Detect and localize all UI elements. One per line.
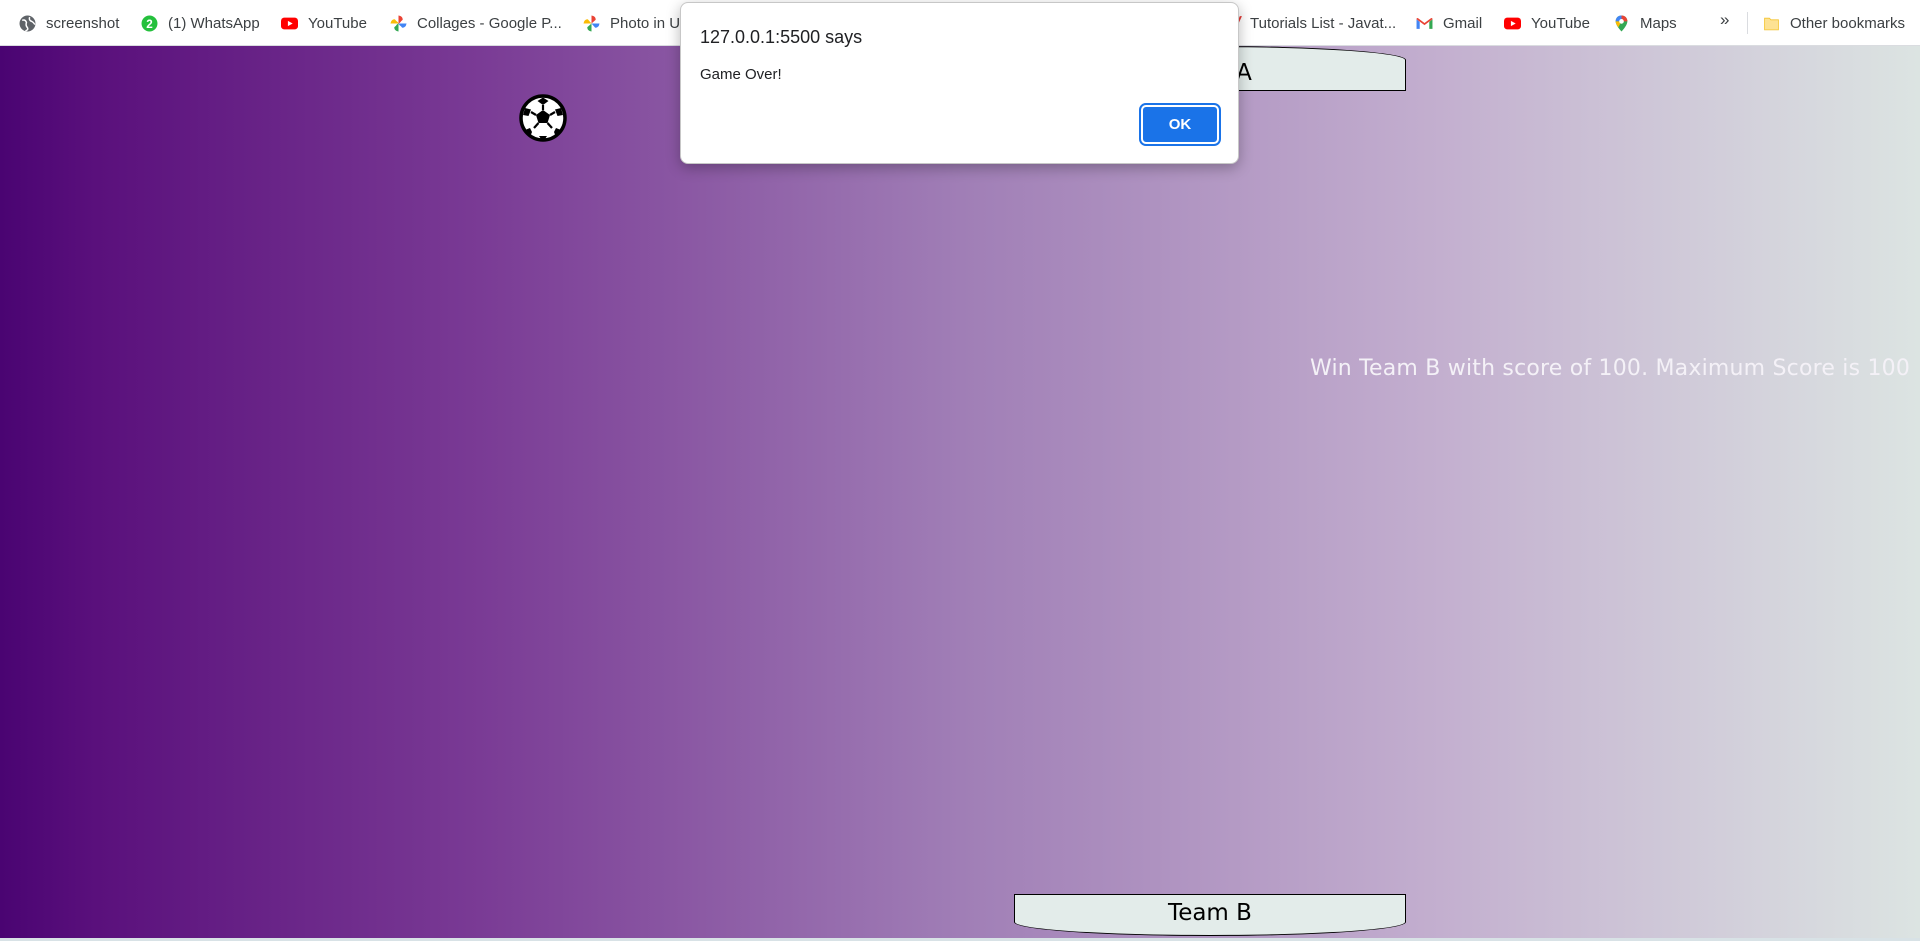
bookmark-label: Photo in U xyxy=(610,14,681,32)
folder-icon xyxy=(1763,15,1780,32)
bookmark-collages[interactable]: Collages - Google P... xyxy=(390,11,562,35)
bookmark-label: Gmail xyxy=(1443,14,1483,32)
bookmark-other-bookmarks[interactable]: Other bookmarks xyxy=(1763,11,1905,35)
youtube-icon xyxy=(1504,15,1521,32)
game-field xyxy=(0,46,1920,938)
win-message: Win Team B with score of 100. Maximum Sc… xyxy=(1310,356,1911,381)
bookmark-youtube[interactable]: YouTube xyxy=(281,11,367,35)
maps-pin-icon xyxy=(1613,15,1630,32)
svg-text:2: 2 xyxy=(146,17,153,30)
bookmark-youtube-2[interactable]: YouTube xyxy=(1504,11,1590,35)
team-b-label: Team B xyxy=(1168,900,1252,926)
dialog-message: Game Over! xyxy=(700,66,782,83)
bookmark-maps[interactable]: Maps xyxy=(1613,11,1677,35)
team-b-paddle: Team B xyxy=(1014,894,1406,936)
bookmark-screenshot[interactable]: screenshot xyxy=(19,11,119,35)
bookmark-photo[interactable]: Photo in U xyxy=(583,11,680,35)
youtube-icon xyxy=(281,15,298,32)
globe-icon xyxy=(19,15,36,32)
bookmark-whatsapp[interactable]: 2 (1) WhatsApp xyxy=(141,11,260,35)
dialog-title: 127.0.0.1:5500 says xyxy=(700,27,863,47)
bookmark-label: screenshot xyxy=(46,14,120,32)
google-photos-icon xyxy=(390,15,407,32)
bookmarks-overflow-button[interactable]: » xyxy=(1720,10,1729,30)
bookmark-label: (1) WhatsApp xyxy=(168,14,260,32)
bookmark-label: Tutorials List - Javat... xyxy=(1250,14,1397,32)
ok-button[interactable]: OK xyxy=(1139,103,1221,146)
google-photos-icon xyxy=(583,15,600,32)
whatsapp-icon: 2 xyxy=(141,15,158,32)
bookmark-label: Maps xyxy=(1640,14,1677,32)
soccer-ball-icon xyxy=(519,94,567,142)
bookmarks-divider xyxy=(1747,12,1748,34)
bookmark-label: Collages - Google P... xyxy=(417,14,562,32)
bookmark-gmail[interactable]: Gmail xyxy=(1416,11,1482,35)
bookmark-tutorials[interactable]: Tutorials List - Javat... xyxy=(1226,11,1396,35)
gmail-icon xyxy=(1416,15,1433,32)
bookmark-label: YouTube xyxy=(1531,14,1590,32)
bookmark-label: Other bookmarks xyxy=(1790,14,1906,32)
bookmark-label: YouTube xyxy=(308,14,367,32)
alert-dialog: 127.0.0.1:5500 says Game Over! OK xyxy=(680,2,1239,164)
